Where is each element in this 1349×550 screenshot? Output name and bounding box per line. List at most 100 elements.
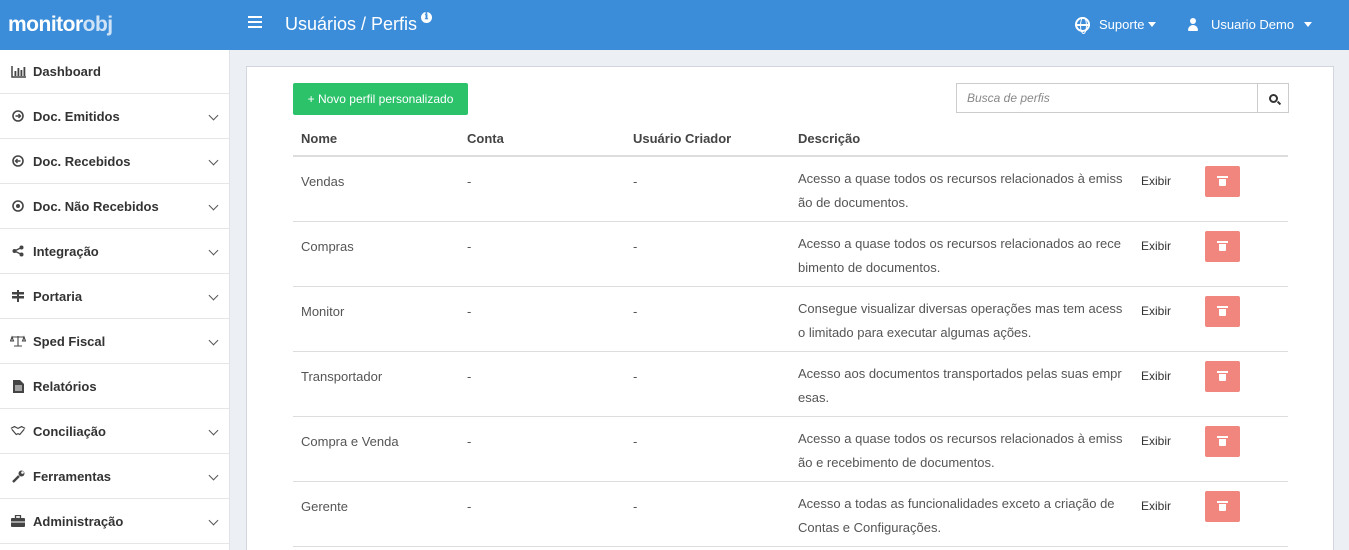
row-actions: Exibir xyxy=(1126,221,1288,287)
share-icon xyxy=(10,244,26,258)
caret-down-icon xyxy=(1304,22,1313,27)
profile-name-cell: Compra e Venda xyxy=(293,416,459,482)
chevron-down-icon xyxy=(208,200,219,211)
profile-account-cell: - xyxy=(459,156,625,222)
column-header-nome: Nome xyxy=(293,121,459,157)
profile-description-cell: Acesso a quase todos os recursos relacio… xyxy=(790,221,1126,287)
profile-description-cell: Acesso a todas as funcionalidades exceto… xyxy=(790,481,1126,547)
chevron-down-icon xyxy=(208,245,219,256)
profile-name-cell: Vendas xyxy=(293,156,459,222)
profile-search xyxy=(956,83,1289,113)
delete-button[interactable] xyxy=(1205,166,1240,197)
view-button[interactable]: Exibir xyxy=(1134,166,1178,197)
chevron-down-icon xyxy=(208,335,219,346)
trash-icon xyxy=(1217,435,1228,447)
table-row: Vendas - - Acesso a quase todos os recursos… xyxy=(293,156,1288,222)
delete-button[interactable] xyxy=(1205,360,1240,392)
sidebar-item-label: Administração xyxy=(33,513,124,529)
profile-creator-cell: - xyxy=(625,481,790,547)
logo-text-light: obj xyxy=(82,13,114,36)
sidebar-item-label: Doc. Recebidos xyxy=(33,153,131,169)
table-row: Monitor - - Consegue visualizar diversas op… xyxy=(293,286,1288,352)
caret-down-icon xyxy=(1147,22,1156,27)
row-actions: Exibir xyxy=(1126,416,1288,482)
row-actions: Exibir xyxy=(1126,351,1288,417)
page-title: Usuários / Perfis xyxy=(285,14,418,34)
profile-creator-cell: - xyxy=(625,416,790,482)
trash-icon xyxy=(1217,305,1228,317)
chevron-down-icon xyxy=(208,110,219,121)
user-name: Usuario Demo xyxy=(1211,17,1295,32)
view-button[interactable]: Exibir xyxy=(1134,426,1178,457)
search-input[interactable] xyxy=(957,84,1257,112)
chevron-down-icon xyxy=(208,515,219,526)
sidebar-item-integracao[interactable]: Integração xyxy=(0,229,229,274)
profile-description-cell: Acesso aos documentos transportados pela… xyxy=(790,351,1126,417)
view-button[interactable]: Exibir xyxy=(1134,361,1178,392)
sidebar-item-doc-recebidos[interactable]: Doc. Recebidos xyxy=(0,139,229,184)
profile-name-cell: Gerente xyxy=(293,481,459,547)
chevron-down-icon xyxy=(208,425,219,436)
sidebar-item-ferramentas[interactable]: Ferramentas xyxy=(0,454,229,499)
search-icon xyxy=(1268,93,1278,103)
sidebar: Dashboard Doc. Emitidos Doc. Recebidos Doc.… xyxy=(0,50,230,550)
arrow-circle-left-icon xyxy=(10,154,26,168)
delete-button[interactable] xyxy=(1205,490,1240,522)
sidebar-item-administracao[interactable]: Administração xyxy=(0,499,229,544)
support-menu[interactable]: Suporte xyxy=(1075,17,1156,34)
profile-name-cell: Monitor xyxy=(293,286,459,352)
info-icon[interactable]: ℹ xyxy=(421,12,432,23)
search-button[interactable] xyxy=(1257,84,1288,112)
column-header-criador: Usuário Criador xyxy=(625,121,790,157)
lifebuoy-icon xyxy=(1075,17,1090,34)
profile-account-cell: - xyxy=(459,416,625,482)
handshake-icon xyxy=(10,424,26,438)
row-actions: Exibir xyxy=(1126,156,1288,222)
sidebar-item-doc-nao-recebidos[interactable]: Doc. Não Recebidos xyxy=(0,184,229,229)
column-header-actions xyxy=(1126,121,1288,157)
briefcase-icon xyxy=(10,514,26,528)
profile-account-cell: - xyxy=(459,351,625,417)
view-button[interactable]: Exibir xyxy=(1134,231,1178,262)
profile-creator-cell: - xyxy=(625,351,790,417)
wrench-icon xyxy=(10,469,26,483)
profile-description-cell: Acesso a quase todos os recursos relacio… xyxy=(790,416,1126,482)
delete-button[interactable] xyxy=(1205,425,1240,457)
profile-creator-cell: - xyxy=(625,156,790,222)
sidebar-item-dashboard[interactable]: Dashboard xyxy=(0,50,229,94)
user-menu[interactable]: Usuario Demo xyxy=(1187,17,1313,32)
row-actions: Exibir xyxy=(1126,481,1288,547)
profile-name-cell: Transportador xyxy=(293,351,459,417)
trash-icon xyxy=(1217,370,1228,382)
trash-icon xyxy=(1217,176,1228,187)
sidebar-item-portaria[interactable]: Portaria xyxy=(0,274,229,319)
sidebar-item-sped-fiscal[interactable]: Sped Fiscal xyxy=(0,319,229,364)
balance-scale-icon xyxy=(10,334,26,348)
sidebar-item-label: Integração xyxy=(33,243,99,259)
table-row: Compra e Venda - - Acesso a quase todos os … xyxy=(293,416,1288,482)
delete-button[interactable] xyxy=(1205,295,1240,327)
profile-description-cell: Consegue visualizar diversas operações m… xyxy=(790,286,1126,352)
profiles-panel: + Novo perfil personalizado Nome Conta U… xyxy=(246,66,1334,550)
menu-toggle-icon[interactable] xyxy=(248,16,262,30)
new-profile-button[interactable]: + Novo perfil personalizado xyxy=(293,83,468,115)
sidebar-item-conciliacao[interactable]: Conciliação xyxy=(0,409,229,454)
table-header-row: Nome Conta Usuário Criador Descrição xyxy=(293,121,1288,157)
trash-icon xyxy=(1217,500,1228,512)
view-button[interactable]: Exibir xyxy=(1134,491,1178,522)
column-header-conta: Conta xyxy=(459,121,625,157)
sidebar-item-relatorios[interactable]: Relatórios xyxy=(0,364,229,409)
sidebar-item-label: Relatórios xyxy=(33,378,97,394)
view-button[interactable]: Exibir xyxy=(1134,296,1178,327)
delete-button[interactable] xyxy=(1205,230,1240,262)
chevron-down-icon xyxy=(208,155,219,166)
profile-name-cell: Compras xyxy=(293,221,459,287)
signpost-icon xyxy=(10,289,26,303)
sidebar-item-label: Ferramentas xyxy=(33,468,112,484)
file-text-icon xyxy=(10,379,26,393)
sidebar-item-doc-emitidos[interactable]: Doc. Emitidos xyxy=(0,94,229,139)
sidebar-item-label: Doc. Emitidos xyxy=(33,108,120,124)
row-actions: Exibir xyxy=(1126,286,1288,352)
table-row: Transportador - - Acesso aos documentos tra… xyxy=(293,351,1288,417)
app-logo[interactable]: monitor obj xyxy=(8,10,228,40)
